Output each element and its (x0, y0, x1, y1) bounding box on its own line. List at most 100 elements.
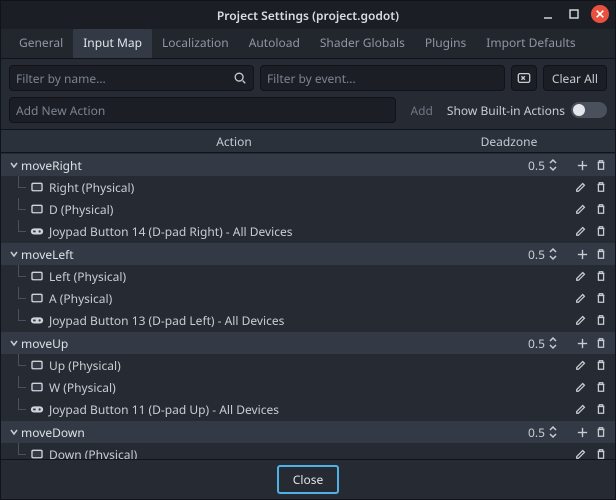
binding-row[interactable]: Right (Physical) (1, 176, 615, 198)
trash-icon[interactable] (595, 159, 607, 172)
pencil-icon[interactable] (575, 314, 587, 326)
trash-icon[interactable] (595, 225, 607, 237)
add-action-input[interactable] (16, 102, 389, 119)
keyboard-key-icon (29, 269, 45, 283)
tab-general[interactable]: General (9, 27, 73, 58)
joypad-button-icon (29, 224, 45, 238)
trash-icon[interactable] (595, 203, 607, 215)
action-row[interactable]: moveDown0.5 (1, 421, 615, 443)
trash-icon[interactable] (595, 292, 607, 304)
pencil-icon[interactable] (575, 270, 587, 282)
keyboard-key-icon (29, 380, 45, 394)
window-title: Project Settings (project.godot) (1, 7, 615, 24)
plus-icon[interactable] (576, 159, 589, 172)
filter-event-clear-button[interactable] (511, 65, 537, 91)
spin-buttons-icon[interactable] (549, 336, 561, 350)
binding-row[interactable]: Joypad Button 13 (D-pad Left) - All Devi… (1, 309, 615, 331)
plus-icon[interactable] (576, 248, 589, 261)
tabs: GeneralInput MapLocalizationAutoloadShad… (1, 29, 615, 59)
pencil-icon[interactable] (575, 403, 587, 415)
filter-event-input[interactable] (267, 70, 498, 87)
action-list[interactable]: moveRight0.5Right (Physical)D (Physical)… (1, 153, 615, 459)
spin-buttons-icon[interactable] (549, 158, 561, 172)
show-builtin-label: Show Built-in Actions (447, 102, 565, 119)
chevron-down-icon[interactable] (7, 338, 21, 348)
tab-localization[interactable]: Localization (152, 27, 239, 58)
binding-label: Joypad Button 11 (D-pad Up) - All Device… (49, 401, 561, 418)
pencil-icon[interactable] (575, 381, 587, 393)
plus-icon[interactable] (576, 426, 589, 439)
filter-name-input[interactable] (16, 70, 233, 87)
binding-row[interactable]: A (Physical) (1, 287, 615, 309)
binding-label: Left (Physical) (49, 268, 561, 285)
binding-row[interactable]: Up (Physical) (1, 354, 615, 376)
pencil-icon[interactable] (575, 292, 587, 304)
pencil-icon[interactable] (575, 448, 587, 459)
filter-event-field[interactable] (260, 65, 505, 91)
close-button[interactable]: Close (277, 465, 339, 494)
trash-icon[interactable] (595, 181, 607, 193)
action-name: moveUp (21, 335, 493, 352)
plus-icon[interactable] (576, 337, 589, 350)
window-controls (539, 5, 609, 23)
pencil-icon[interactable] (575, 181, 587, 193)
chevron-down-icon[interactable] (7, 249, 21, 259)
pencil-icon[interactable] (575, 225, 587, 237)
joypad-button-icon (29, 313, 45, 327)
trash-icon[interactable] (595, 248, 607, 261)
tree-line (7, 398, 29, 420)
action-row[interactable]: moveRight0.5 (1, 154, 615, 176)
minimize-button[interactable] (539, 5, 557, 23)
deadzone-value[interactable]: 0.5 (493, 335, 549, 352)
keyboard-key-icon (29, 291, 45, 305)
trash-icon[interactable] (595, 448, 607, 459)
add-action-field[interactable] (9, 97, 396, 123)
add-action-toolbar: Add Show Built-in Actions (1, 97, 615, 129)
tree-line (7, 198, 29, 220)
tree-line (7, 376, 29, 398)
tab-plugins[interactable]: Plugins (415, 27, 476, 58)
tab-shader-globals[interactable]: Shader Globals (310, 27, 415, 58)
action-row[interactable]: moveUp0.5 (1, 332, 615, 354)
tab-import-defaults[interactable]: Import Defaults (476, 27, 585, 58)
add-button[interactable]: Add (402, 102, 440, 119)
pencil-icon[interactable] (575, 203, 587, 215)
binding-label: Down (Physical) (49, 446, 561, 460)
binding-label: A (Physical) (49, 290, 561, 307)
tree-line (7, 354, 29, 376)
action-row[interactable]: moveLeft0.5 (1, 243, 615, 265)
chevron-down-icon[interactable] (7, 160, 21, 170)
trash-icon[interactable] (595, 403, 607, 415)
filter-name-field[interactable] (9, 65, 254, 91)
spin-buttons-icon[interactable] (549, 425, 561, 439)
trash-icon[interactable] (595, 314, 607, 326)
show-builtin-toggle[interactable] (571, 102, 607, 118)
binding-row[interactable]: Down (Physical) (1, 443, 615, 459)
trash-icon[interactable] (595, 381, 607, 393)
binding-row[interactable]: D (Physical) (1, 198, 615, 220)
deadzone-value[interactable]: 0.5 (493, 424, 549, 441)
binding-row[interactable]: W (Physical) (1, 376, 615, 398)
trash-icon[interactable] (595, 426, 607, 439)
binding-row[interactable]: Joypad Button 14 (D-pad Right) - All Dev… (1, 220, 615, 242)
tab-autoload[interactable]: Autoload (239, 27, 310, 58)
binding-label: Up (Physical) (49, 357, 561, 374)
deadzone-value[interactable]: 0.5 (493, 157, 549, 174)
trash-icon[interactable] (595, 337, 607, 350)
window: Project Settings (project.godot) General… (0, 0, 616, 500)
pencil-icon[interactable] (575, 359, 587, 371)
binding-row[interactable]: Left (Physical) (1, 265, 615, 287)
deadzone-value[interactable]: 0.5 (493, 246, 549, 263)
clear-all-label: Clear All (552, 70, 598, 87)
maximize-button[interactable] (565, 5, 583, 23)
tab-input-map[interactable]: Input Map (73, 27, 152, 58)
close-window-button[interactable] (591, 5, 609, 23)
trash-icon[interactable] (595, 359, 607, 371)
spin-buttons-icon[interactable] (549, 247, 561, 261)
chevron-down-icon[interactable] (7, 427, 21, 437)
binding-row[interactable]: Joypad Button 11 (D-pad Up) - All Device… (1, 398, 615, 420)
column-deadzone: Deadzone (459, 133, 559, 150)
trash-icon[interactable] (595, 270, 607, 282)
clear-all-button[interactable]: Clear All (543, 65, 607, 91)
action-name: moveDown (21, 424, 493, 441)
